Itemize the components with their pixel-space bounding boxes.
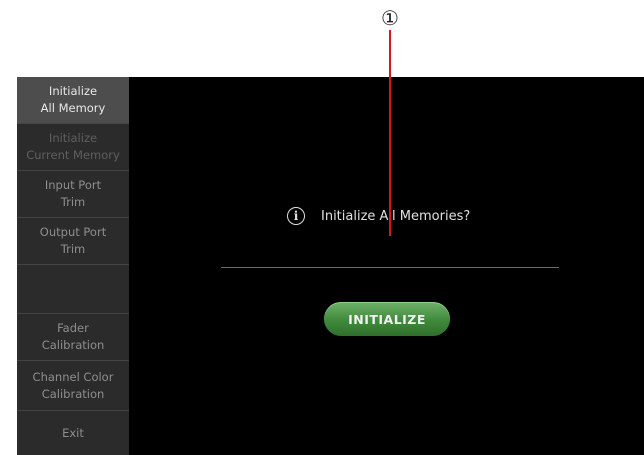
dialog-message: Initialize All Memories? xyxy=(321,208,471,224)
sidebar-item-initialize-all-memory[interactable]: Initialize All Memory xyxy=(17,77,129,124)
sidebar-item-fader-calibration[interactable]: Fader Calibration xyxy=(17,314,129,361)
device-screen: Initialize All Memory Initialize Current… xyxy=(17,77,644,455)
sidebar: Initialize All Memory Initialize Current… xyxy=(17,77,129,455)
initialize-button[interactable]: INITIALIZE xyxy=(324,302,450,336)
callout-number: ① xyxy=(381,6,399,30)
sidebar-item-exit[interactable]: Exit xyxy=(17,411,129,455)
sidebar-item-output-port-trim[interactable]: Output Port Trim xyxy=(17,218,129,265)
dialog-message-row: i Initialize All Memories? xyxy=(287,205,470,227)
sidebar-item-input-port-trim[interactable]: Input Port Trim xyxy=(17,171,129,218)
divider xyxy=(221,267,559,268)
sidebar-item-empty xyxy=(17,265,129,314)
main-panel: i Initialize All Memories? INITIALIZE xyxy=(129,77,644,455)
sidebar-item-initialize-current-memory[interactable]: Initialize Current Memory xyxy=(17,124,129,171)
callout-leader-line xyxy=(389,30,391,236)
info-icon: i xyxy=(287,207,305,225)
sidebar-item-channel-color-calibration[interactable]: Channel Color Calibration xyxy=(17,361,129,411)
